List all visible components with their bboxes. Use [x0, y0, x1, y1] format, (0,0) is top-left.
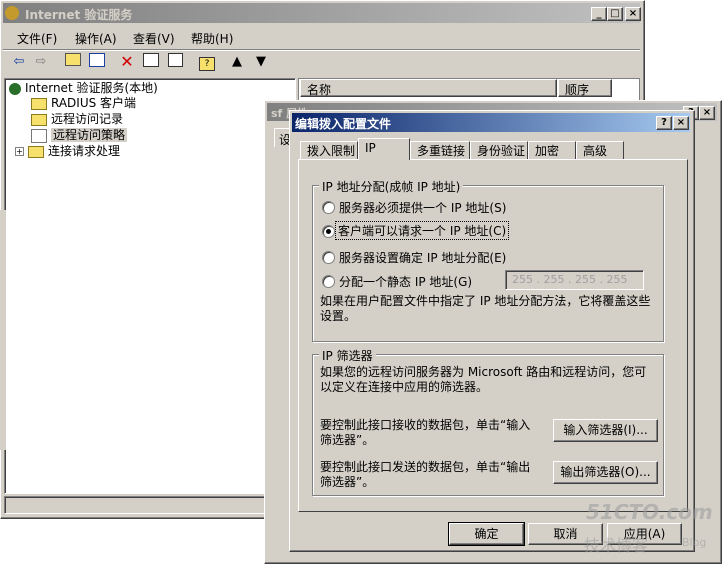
show-hide-tree-icon[interactable] [87, 53, 107, 73]
tab-ip[interactable]: IP [358, 138, 410, 160]
tab-encryption[interactable]: 加密 [528, 141, 576, 159]
menu-help[interactable]: 帮助(H) [191, 30, 233, 47]
folder-icon [31, 113, 47, 126]
menu-divider [3, 49, 640, 51]
radio-client-may-request[interactable] [322, 225, 335, 238]
dialog-close-button[interactable]: × [673, 116, 689, 130]
radio-assign-static-ip-label[interactable]: 分配一个静态 IP 地址(G) [339, 273, 472, 290]
tab-dialin-constraints[interactable]: 拨入限制 [300, 141, 358, 159]
radio-server-must-supply[interactable] [322, 201, 335, 214]
column-header-name[interactable]: 名称 [300, 79, 557, 97]
ip-filters-description: 如果您的远程访问服务器为 Microsoft 路由和远程访问，您可以定义在连接中… [320, 365, 647, 394]
properties-icon[interactable] [141, 53, 161, 73]
menu-file[interactable]: 文件(F) [17, 30, 57, 47]
ip-assignment-group-title: IP 地址分配(成帧 IP 地址) [319, 178, 464, 195]
tree-item-remote-access-policies[interactable]: 远程访问策略 [31, 128, 128, 143]
tree-item-radius-clients[interactable]: RADIUS 客户端 [31, 96, 136, 111]
back-arrow-icon[interactable]: ⇦ [9, 52, 29, 72]
tab-multilink[interactable]: 多重链接 [410, 141, 470, 159]
maximize-button[interactable]: □ [607, 7, 623, 21]
radio-server-settings-determine[interactable] [322, 251, 335, 264]
policy-icon [31, 128, 47, 143]
ip-assignment-note: 如果在用户配置文件中指定了 IP 地址分配方法，它将覆盖这些设置。 [320, 294, 651, 323]
export-list-icon[interactable] [165, 53, 185, 73]
properties-close-button[interactable]: × [699, 106, 715, 120]
ias-app-icon [5, 6, 19, 20]
radio-assign-static-ip[interactable] [322, 275, 335, 288]
radio-client-may-request-label[interactable]: 客户端可以请求一个 IP 地址(C) [334, 221, 510, 240]
close-button[interactable]: × [625, 7, 641, 21]
forward-arrow-icon[interactable]: ⇨ [31, 52, 51, 72]
tree-root[interactable]: Internet 验证服务(本地) [9, 81, 158, 96]
cancel-button[interactable]: 取消 [528, 523, 603, 545]
tab-authentication[interactable]: 身份验证 [470, 141, 528, 159]
minimize-button[interactable]: _ [591, 7, 607, 21]
radio-server-must-supply-label[interactable]: 服务器必须提供一个 IP 地址(S) [339, 199, 506, 216]
move-up-icon[interactable]: ▲ [227, 52, 247, 72]
output-filters-button[interactable]: 输出筛选器(O)... [553, 461, 658, 484]
mmc-title-text: Internet 验证服务 [25, 8, 133, 22]
toolbar: ⇦ ⇨ ✕ ? ▲ ▼ [3, 52, 640, 74]
tree-item-remote-access-logging[interactable]: 远程访问记录 [31, 112, 123, 127]
input-filters-button[interactable]: 输入筛选器(I)... [553, 419, 658, 442]
column-header-order[interactable]: 顺序 [558, 79, 612, 97]
output-filter-text: 要控制此接口发送的数据包，单击“输出筛选器”。 [320, 460, 531, 489]
up-folder-icon[interactable] [63, 53, 83, 73]
expand-plus-icon[interactable]: + [15, 147, 24, 156]
ok-button[interactable]: 确定 [448, 522, 525, 546]
ias-tree-icon [9, 82, 21, 95]
apply-button[interactable]: 应用(A) [607, 523, 682, 545]
input-filter-text: 要控制此接口接收的数据包，单击“输入筛选器”。 [320, 418, 531, 447]
menu-bar: 文件(F) 操作(A) 查看(V) 帮助(H) [4, 27, 640, 47]
dialog-help-button[interactable]: ? [656, 116, 672, 130]
static-ip-field: 255 . 255 . 255 . 255 [505, 270, 644, 290]
dialog-titlebar: 编辑拨入配置文件 ? × [292, 113, 690, 132]
radio-server-settings-determine-label[interactable]: 服务器设置确定 IP 地址分配(E) [339, 249, 506, 266]
left-edge-strip [0, 210, 6, 450]
ip-filters-group-title: IP 筛选器 [319, 347, 376, 364]
menu-view[interactable]: 查看(V) [133, 30, 175, 47]
tab-advanced[interactable]: 高级 [576, 141, 624, 159]
help-icon[interactable]: ? [197, 53, 217, 73]
folder-icon [28, 145, 44, 158]
tree-pane: Internet 验证服务(本地) RADIUS 客户端 远程访问记录 远程访问… [4, 78, 296, 494]
menu-action[interactable]: 操作(A) [75, 30, 117, 47]
tree-item-connection-request-processing[interactable]: + 连接请求处理 [15, 144, 120, 159]
move-down-icon[interactable]: ▼ [251, 52, 271, 72]
mmc-titlebar: Internet 验证服务 _ □ × [3, 3, 641, 23]
delete-icon[interactable]: ✕ [117, 52, 137, 72]
dialog-title: 编辑拨入配置文件 [295, 117, 392, 131]
folder-icon [31, 97, 47, 110]
